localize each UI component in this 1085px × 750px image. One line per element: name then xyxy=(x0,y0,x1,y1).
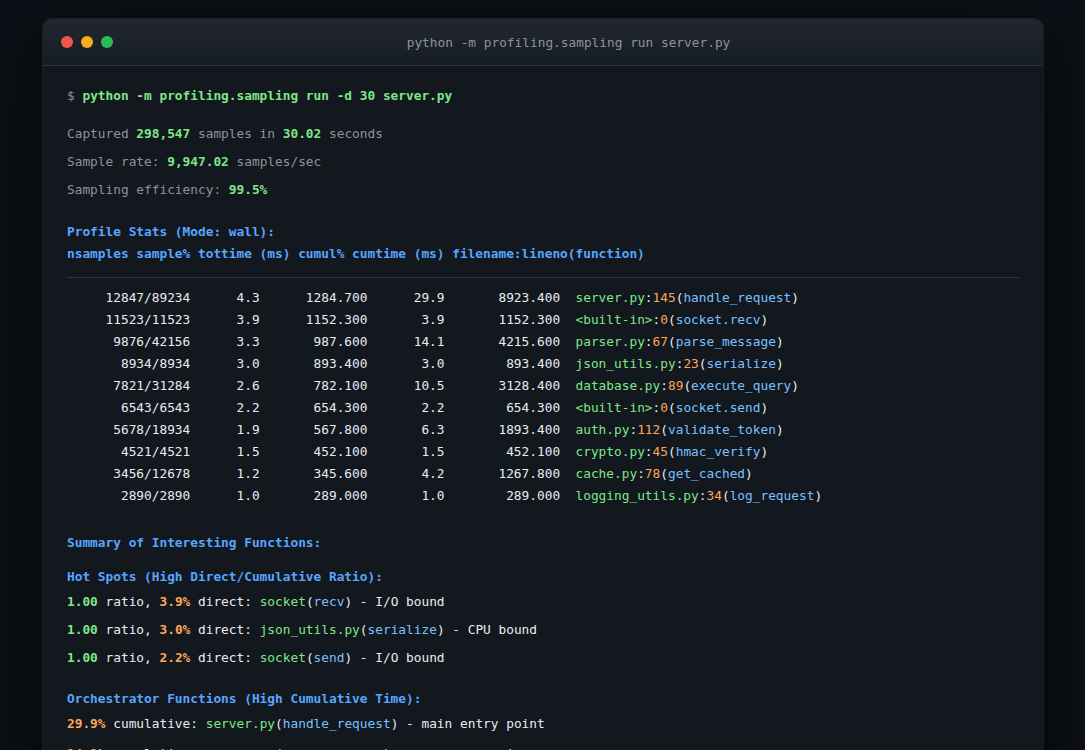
window-title: python -m profiling.sampling run server.… xyxy=(407,35,731,50)
zoom-button[interactable] xyxy=(101,36,113,48)
profile-table-row: 4521/4521 1.5 452.100 1.5 452.100 crypto… xyxy=(67,441,1019,463)
table-divider xyxy=(67,277,1019,278)
efficiency-line: Sampling efficiency: 99.5% xyxy=(67,179,1019,201)
sample-rate-line: Sample rate: 9,947.02 samples/sec xyxy=(67,151,1019,173)
hotspot-row: 1.00 ratio, 3.9% direct: socket(recv) - … xyxy=(67,591,1019,613)
close-button[interactable] xyxy=(61,36,73,48)
profile-table-row: 5678/18934 1.9 567.800 6.3 1893.400 auth… xyxy=(67,419,1019,441)
terminal-body: $ python -m profiling.sampling run -d 30… xyxy=(43,85,1043,750)
orchestrators-heading: Orchestrator Functions (High Cumulative … xyxy=(67,688,1019,710)
orchestrator-row: 29.9% cumulative: server.py(handle_reque… xyxy=(67,713,1019,735)
command-line: $ python -m profiling.sampling run -d 30… xyxy=(67,85,1019,107)
profile-table-row: 6543/6543 2.2 654.300 2.2 654.300 <built… xyxy=(67,397,1019,419)
profile-table-row: 7821/31284 2.6 782.100 10.5 3128.400 dat… xyxy=(67,375,1019,397)
summary-heading: Summary of Interesting Functions: xyxy=(67,532,1019,554)
profile-table-row: 9876/42156 3.3 987.600 14.1 4215.600 par… xyxy=(67,331,1019,353)
profile-table-row: 8934/8934 3.0 893.400 3.0 893.400 json_u… xyxy=(67,353,1019,375)
profile-table-row: 3456/12678 1.2 345.600 4.2 1267.800 cach… xyxy=(67,463,1019,485)
profile-table-row: 2890/2890 1.0 289.000 1.0 289.000 loggin… xyxy=(67,485,1019,507)
orchestrator-row: 14.1% cumulative: parser.py(parse_messag… xyxy=(67,743,1019,750)
terminal-titlebar: python -m profiling.sampling run server.… xyxy=(43,19,1043,66)
hotspot-row: 1.00 ratio, 3.0% direct: json_utils.py(s… xyxy=(67,619,1019,641)
hotspot-row: 1.00 ratio, 2.2% direct: socket(send) - … xyxy=(67,647,1019,669)
captured-line: Captured 298,547 samples in 30.02 second… xyxy=(67,123,1019,145)
profile-table-row: 12847/89234 4.3 1284.700 29.9 8923.400 s… xyxy=(67,287,1019,309)
window-controls xyxy=(61,19,113,65)
minimize-button[interactable] xyxy=(81,36,93,48)
table-header: nsamples sample% tottime (ms) cumul% cum… xyxy=(67,243,1019,265)
terminal-window: python -m profiling.sampling run server.… xyxy=(42,18,1044,750)
hotspots-heading: Hot Spots (High Direct/Cumulative Ratio)… xyxy=(67,566,1019,588)
profile-table-row: 11523/11523 3.9 1152.300 3.9 1152.300 <b… xyxy=(67,309,1019,331)
profile-stats-heading: Profile Stats (Mode: wall): xyxy=(67,221,1019,243)
